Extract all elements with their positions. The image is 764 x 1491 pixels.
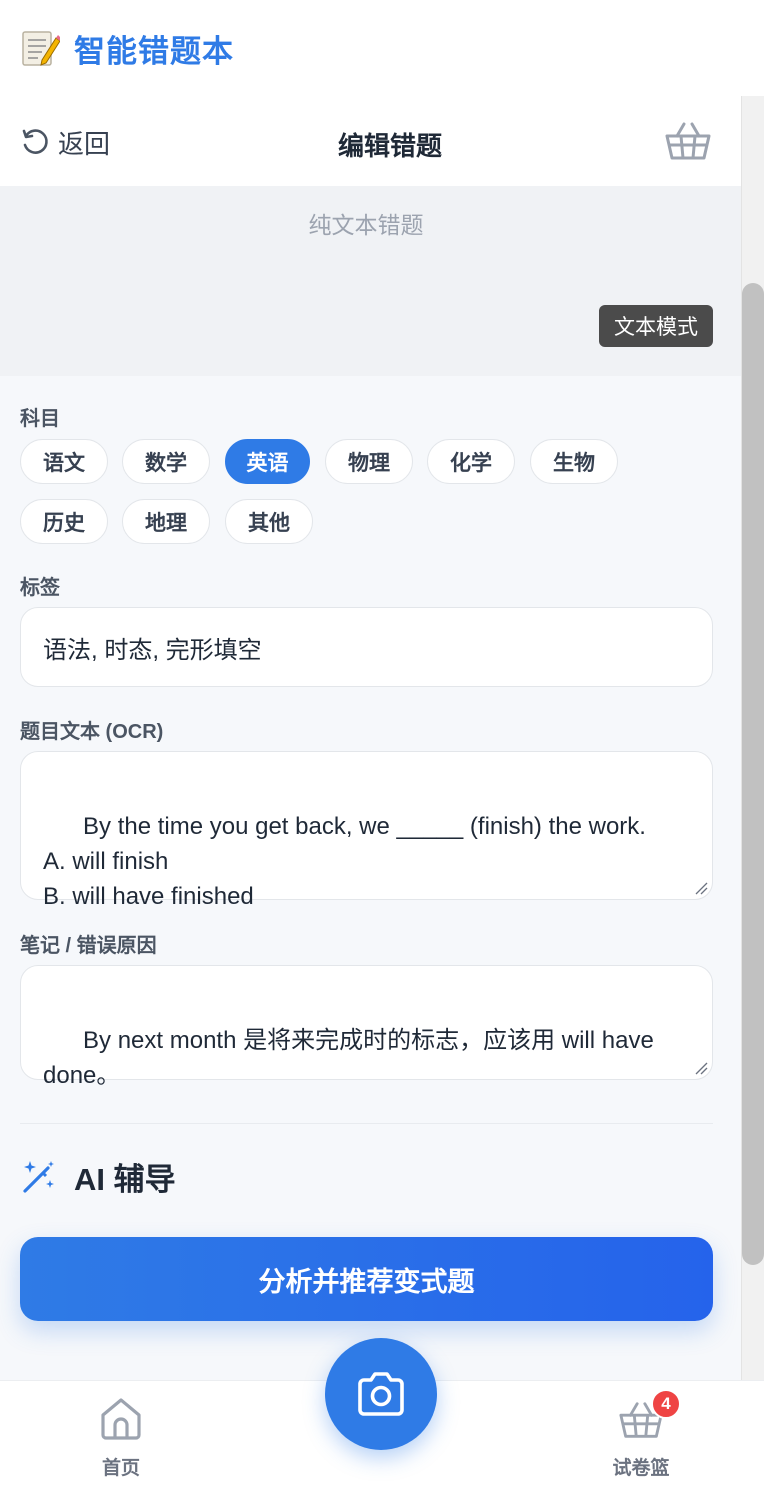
subject-chip-biology[interactable]: 生物 <box>530 439 618 484</box>
subject-chip-other[interactable]: 其他 <box>225 499 313 544</box>
subject-chip-english[interactable]: 英语 <box>225 439 310 484</box>
scrollbar-thumb[interactable] <box>742 283 764 1265</box>
page-title: 编辑错题 <box>337 131 442 161</box>
memo-pencil-icon <box>22 31 60 66</box>
app-bar: 智能错题本 <box>0 0 764 96</box>
mode-badge: 文本模式 <box>599 305 713 347</box>
subject-chip-chinese[interactable]: 语文 <box>20 439 108 484</box>
home-icon <box>101 1398 141 1440</box>
notes-label: 笔记 / 错误原因 <box>20 935 157 957</box>
camera-button[interactable] <box>325 1338 437 1450</box>
subject-label: 科目 <box>20 408 60 430</box>
tags-input[interactable]: 语法, 时态, 完形填空 <box>20 607 713 687</box>
basket-count-badge: 4 <box>651 1389 681 1419</box>
nav-basket[interactable]: 4 试卷篮 <box>581 1389 701 1485</box>
subject-chip-geography[interactable]: 地理 <box>122 499 210 544</box>
resize-grip-icon[interactable] <box>694 1061 708 1075</box>
ai-section-title: AI 辅导 <box>74 1162 176 1197</box>
subject-chip-math[interactable]: 数学 <box>122 439 210 484</box>
basket-icon[interactable] <box>664 120 712 162</box>
magic-wand-icon <box>23 1160 54 1193</box>
question-text: By the time you get back, we _____ (fini… <box>43 813 646 910</box>
preview-placeholder: 纯文本错题 <box>308 212 424 238</box>
app-title: 智能错题本 <box>74 33 234 69</box>
subject-chip-physics[interactable]: 物理 <box>325 439 413 484</box>
camera-icon <box>358 1372 404 1416</box>
page-header: 返回 编辑错题 <box>0 96 742 186</box>
edit-page-scroll[interactable]: 返回 编辑错题 纯文本错题 文本模式 科目 语文 数学 英语 物理 化学 生物 … <box>0 96 742 1380</box>
question-preview: 纯文本错题 文本模式 <box>0 186 742 376</box>
nav-home-label: 首页 <box>101 1458 140 1479</box>
nav-basket-label: 试卷篮 <box>612 1458 670 1479</box>
subject-chip-history[interactable]: 历史 <box>20 499 108 544</box>
question-text-label: 题目文本 (OCR) <box>20 721 164 743</box>
notes-textarea[interactable]: By next month 是将来完成时的标志，应该用 will have do… <box>20 965 713 1089</box>
notes-text: By next month 是将来完成时的标志，应该用 will have do… <box>43 1027 661 1089</box>
resize-grip-icon[interactable] <box>694 881 708 895</box>
subject-chip-chemistry[interactable]: 化学 <box>427 439 515 484</box>
nav-home[interactable]: 首页 <box>61 1395 181 1485</box>
question-textarea[interactable]: By the time you get back, we _____ (fini… <box>20 751 713 910</box>
section-divider <box>20 1123 713 1124</box>
ai-section-header: AI 辅导 <box>20 1154 176 1199</box>
analyze-button[interactable]: 分析并推荐变式题 <box>20 1237 713 1321</box>
tags-label: 标签 <box>20 577 60 599</box>
